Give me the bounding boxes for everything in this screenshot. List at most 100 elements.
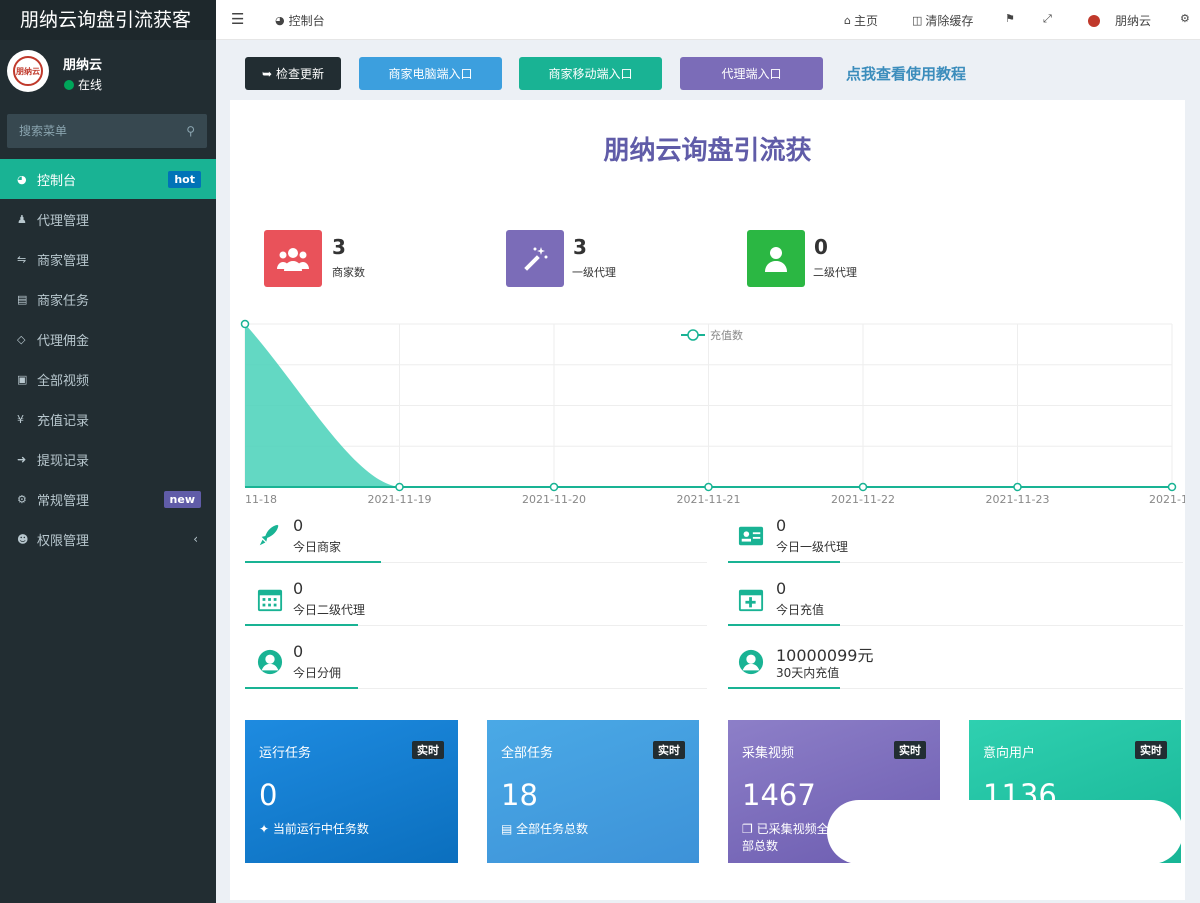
sidebar: 朋纳云询盘引流获客 朋纳云 朋纳云 在线 ⚲ ◕ 控制台 hot ♟ 代理管理 …: [0, 0, 216, 903]
fullscreen-icon: ⤢: [1043, 12, 1052, 25]
sidebar-item-dashboard[interactable]: ◕ 控制台 hot: [0, 159, 216, 199]
card-desc-text: 当前运行中任务数: [272, 822, 369, 836]
search-icon[interactable]: ⚲: [186, 124, 195, 138]
merchants-count: 3: [332, 235, 346, 259]
card-desc: ▤ 全部任务总数: [501, 821, 593, 838]
sidebar-item-label: 权限管理: [37, 533, 90, 549]
calendar-plus-icon: [737, 585, 765, 613]
user-plus-icon: ♟: [17, 212, 27, 226]
merchant-pc-button[interactable]: 商家电脑端入口: [359, 57, 502, 90]
sidebar-item-label: 充值记录: [37, 413, 90, 429]
avatar-logo: 朋纳云: [13, 56, 43, 86]
magic-wand-icon: [524, 246, 548, 271]
check-update-label: 检查更新: [276, 67, 325, 81]
merchants-stat-tile: [264, 230, 322, 287]
card-title: 运行任务: [259, 746, 312, 761]
chart-point: [1167, 482, 1177, 492]
magic-icon: ✦: [259, 822, 273, 836]
card-title: 采集视频: [742, 746, 795, 761]
user-avatar: [1088, 14, 1100, 27]
fullscreen-button[interactable]: ⤢: [1043, 12, 1052, 26]
level1-agents-label: 一级代理: [572, 266, 616, 279]
all-tasks-card: 全部任务 实时 18 ▤ 全部任务总数: [487, 720, 699, 863]
avatar: 朋纳云: [7, 50, 49, 92]
sidebar-item-general[interactable]: ⚙ 常规管理 new: [0, 479, 216, 519]
home-link[interactable]: ⌂ 主页: [844, 12, 878, 29]
keyboard-icon: ▤: [17, 292, 28, 306]
sidebar-item-videos[interactable]: ▣ 全部视频: [0, 359, 216, 399]
user-icon: [765, 246, 787, 272]
recharge-chart-svg: 11-18 2021-11-19 2021-11-20 2021-11-21 2021-…: [240, 319, 1195, 506]
card-title: 意向用户: [983, 746, 1036, 761]
card-desc: ❐ 已采集视频全部总数: [742, 821, 834, 855]
card-desc-text: 全部任务总数: [516, 822, 589, 836]
sidebar-item-label: 常规管理: [37, 493, 90, 509]
level1-agents-stat-tile: [506, 230, 564, 287]
merchant-mobile-button[interactable]: 商家移动端入口: [519, 57, 662, 90]
home-icon: ⌂: [844, 14, 851, 27]
redaction-blob: [827, 800, 1183, 864]
language-button[interactable]: ⚑: [1005, 12, 1015, 25]
clear-cache-button[interactable]: ◫ 清除缓存: [912, 12, 973, 29]
recharge-chart: 11-18 2021-11-19 2021-11-20 2021-11-21 2021-…: [240, 318, 1195, 513]
page-title: 朋纳云询盘引流获: [603, 136, 812, 166]
sidebar-item-merchants[interactable]: ⇋ 商家管理: [0, 239, 216, 279]
legend-marker: [687, 329, 699, 341]
sidebar-item-recharge[interactable]: ¥ 充值记录: [0, 399, 216, 439]
search-input[interactable]: [19, 124, 187, 138]
chart-point: [395, 482, 404, 492]
sidebar-item-permissions[interactable]: ☻ 权限管理 ‹: [0, 519, 216, 559]
chart-point: [549, 482, 559, 492]
x-tick-label: 2021-11-20: [522, 493, 586, 506]
handshake-icon: ⇋: [17, 252, 27, 266]
users-icon: [277, 247, 309, 271]
card-value: 1467: [742, 778, 816, 812]
menu-search: ⚲: [7, 114, 207, 148]
x-tick-label: 2021-11-22: [831, 493, 895, 506]
stat-underline: [245, 561, 381, 563]
group-icon: ☻: [17, 532, 29, 546]
clear-cache-label: 清除缓存: [925, 14, 974, 28]
dashboard-icon: ◕: [275, 14, 285, 27]
menu-toggle-icon[interactable]: ☰: [231, 10, 244, 28]
new-badge: new: [163, 491, 201, 508]
settings-button[interactable]: ⚙: [1180, 12, 1190, 25]
tab-dashboard[interactable]: ◕ 控制台: [275, 12, 325, 29]
sidebar-item-commission[interactable]: ◇ 代理佣金: [0, 319, 216, 359]
today-stat-value: 0: [293, 579, 304, 598]
user-status-label: 在线: [78, 78, 103, 92]
video-file-icon: ▣: [17, 372, 28, 386]
sidebar-item-label: 代理管理: [37, 213, 90, 229]
chart-point: [1013, 482, 1022, 492]
card-title: 全部任务: [501, 746, 554, 761]
user-circle-icon: [737, 648, 765, 676]
agent-portal-button[interactable]: 代理端入口: [680, 57, 823, 90]
sidebar-item-agents[interactable]: ♟ 代理管理: [0, 199, 216, 239]
hot-badge: hot: [168, 171, 201, 188]
check-update-button[interactable]: ➥ 检查更新: [245, 57, 341, 90]
x-tick-label: 2021-11-19: [368, 493, 432, 506]
diamond-icon: ◇: [17, 332, 26, 346]
today-stat-value: 10000099元: [776, 646, 874, 665]
sidebar-item-merchant-tasks[interactable]: ▤ 商家任务: [0, 279, 216, 319]
cogs-icon: ⚙: [17, 492, 27, 506]
today-stat-label: 今日一级代理: [776, 540, 849, 554]
sidebar-menu: ◕ 控制台 hot ♟ 代理管理 ⇋ 商家管理 ▤ 商家任务 ◇ 代理佣金 ▣ …: [0, 159, 216, 559]
realtime-badge: 实时: [653, 741, 685, 759]
sidebar-item-withdraw[interactable]: ➜ 提现记录: [0, 439, 216, 479]
chevron-left-icon: ‹: [193, 532, 198, 546]
stat-underline: [245, 687, 358, 689]
merchant-mobile-label: 商家移动端入口: [548, 67, 633, 81]
today-stat-label: 今日分佣: [293, 666, 342, 680]
today-stat-value: 0: [776, 579, 787, 598]
sidebar-item-label: 控制台: [37, 173, 77, 189]
agent-portal-label: 代理端入口: [721, 67, 782, 81]
sidebar-item-label: 提现记录: [37, 453, 90, 469]
merchant-pc-label: 商家电脑端入口: [388, 67, 473, 81]
legend-label: 充值数: [710, 328, 743, 342]
tutorial-link[interactable]: 点我查看使用教程: [846, 63, 966, 84]
user-name: 朋纳云: [63, 58, 103, 73]
tab-label: 控制台: [288, 14, 325, 28]
brand-title[interactable]: 朋纳云询盘引流获客: [0, 0, 216, 40]
user-menu[interactable]: 朋纳云: [1088, 12, 1151, 29]
